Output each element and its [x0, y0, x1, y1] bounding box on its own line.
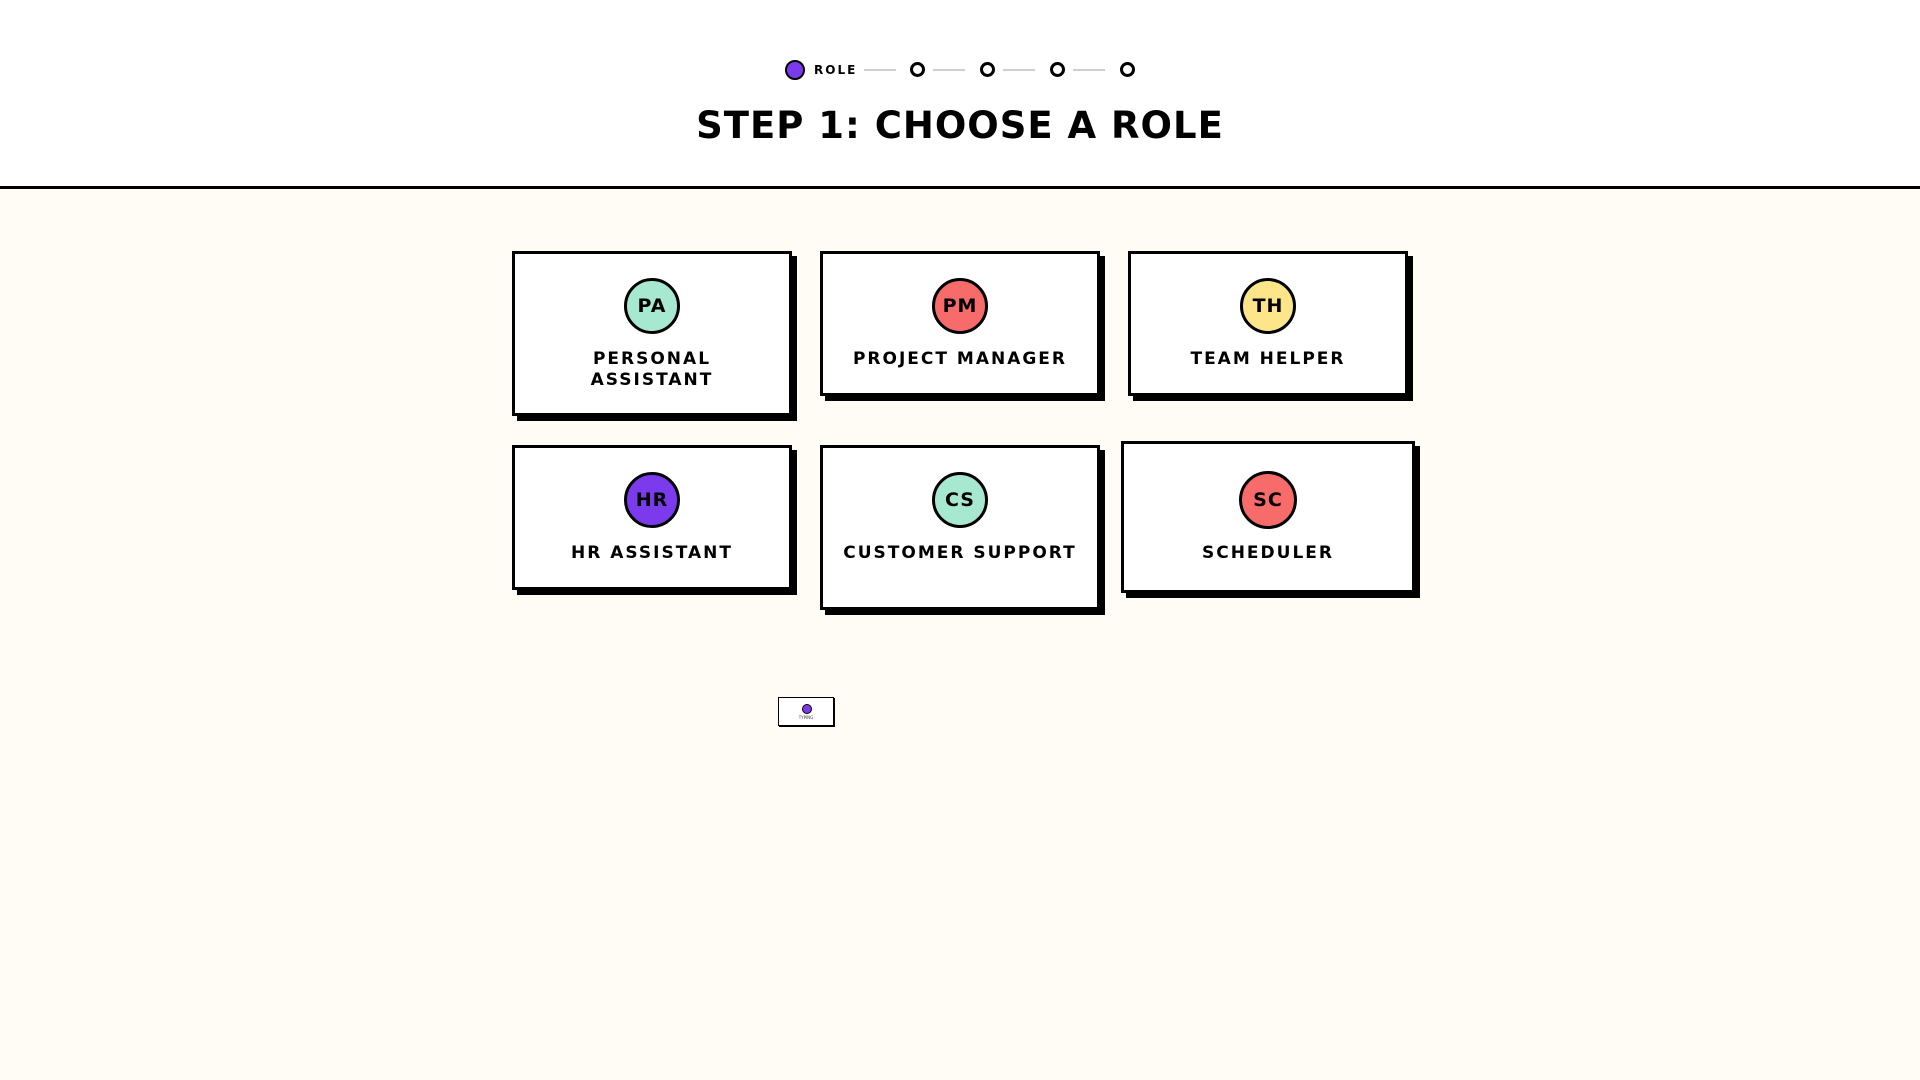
role-avatar: SC [1239, 471, 1297, 529]
role-label: TEAM HELPER [1190, 349, 1346, 369]
step-4-dot [1050, 62, 1065, 77]
header: ROLE STEP 1: CHOOSE A ROLE [0, 0, 1920, 189]
role-card-personal-assistant[interactable]: PA PERSONAL ASSISTANT [512, 251, 792, 416]
role-card-hr-assistant[interactable]: HR HR ASSISTANT [512, 445, 792, 590]
mini-preview-widget[interactable]: TYPING [778, 697, 834, 726]
mini-status-dot [802, 704, 812, 714]
role-avatar: PA [624, 278, 680, 334]
step-connector-1 [864, 69, 896, 71]
step-connector-2 [933, 69, 965, 71]
role-avatar: CS [932, 472, 988, 528]
role-label: CUSTOMER SUPPORT [843, 543, 1077, 563]
role-card-scheduler[interactable]: SC SCHEDULER [1121, 441, 1415, 593]
step-3-dot [980, 62, 995, 77]
role-card-team-helper[interactable]: TH TEAM HELPER [1128, 251, 1408, 396]
step-1-label: ROLE [814, 63, 858, 77]
step-connector-3 [1003, 69, 1035, 71]
role-label: PERSONAL ASSISTANT [590, 349, 714, 390]
role-card-customer-support[interactable]: CS CUSTOMER SUPPORT [820, 445, 1100, 610]
step-1-dot-active [785, 60, 805, 80]
role-card-project-manager[interactable]: PM PROJECT MANAGER [820, 251, 1100, 396]
mini-widget-text: TYPING [798, 715, 814, 720]
page-title: STEP 1: CHOOSE A ROLE [696, 104, 1224, 147]
role-label: PROJECT MANAGER [852, 349, 1068, 369]
role-avatar: TH [1240, 278, 1296, 334]
role-label: SCHEDULER [1201, 543, 1334, 563]
role-avatar: HR [624, 472, 680, 528]
step-5-dot [1120, 62, 1135, 77]
role-label: HR ASSISTANT [571, 543, 733, 563]
progress-stepper: ROLE [0, 59, 1920, 81]
step-connector-4 [1073, 69, 1105, 71]
role-avatar: PM [932, 278, 988, 334]
step-2-dot [910, 62, 925, 77]
